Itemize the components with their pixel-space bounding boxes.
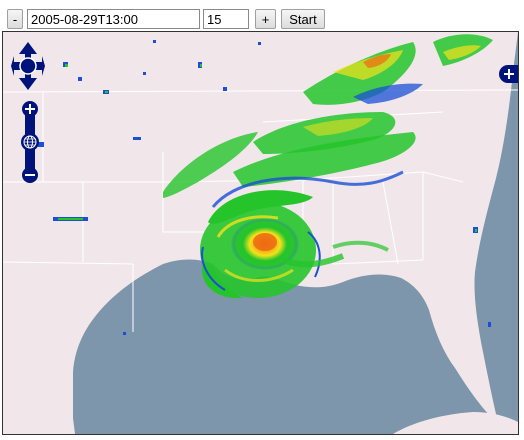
minus-icon[interactable] [22, 167, 38, 183]
start-button[interactable]: Start [281, 9, 325, 29]
plus-icon[interactable] [22, 101, 38, 117]
step-interval-input[interactable]: 15 [203, 9, 249, 29]
zoom-control[interactable] [19, 100, 41, 184]
layer-switcher-button[interactable] [498, 64, 518, 84]
step-forward-button[interactable]: + [255, 9, 276, 29]
pan-control[interactable] [11, 40, 45, 92]
globe-icon[interactable] [21, 133, 39, 151]
map-viewport[interactable] [2, 31, 519, 435]
plus-circle-icon[interactable] [499, 65, 518, 83]
step-back-button[interactable]: - [7, 9, 23, 29]
radar-map[interactable] [3, 32, 518, 434]
pan-arrows-icon[interactable] [11, 42, 45, 90]
animation-toolbar: - 2005-08-29T13:00 15 + Start [0, 0, 524, 32]
time-input[interactable]: 2005-08-29T13:00 [27, 9, 200, 29]
